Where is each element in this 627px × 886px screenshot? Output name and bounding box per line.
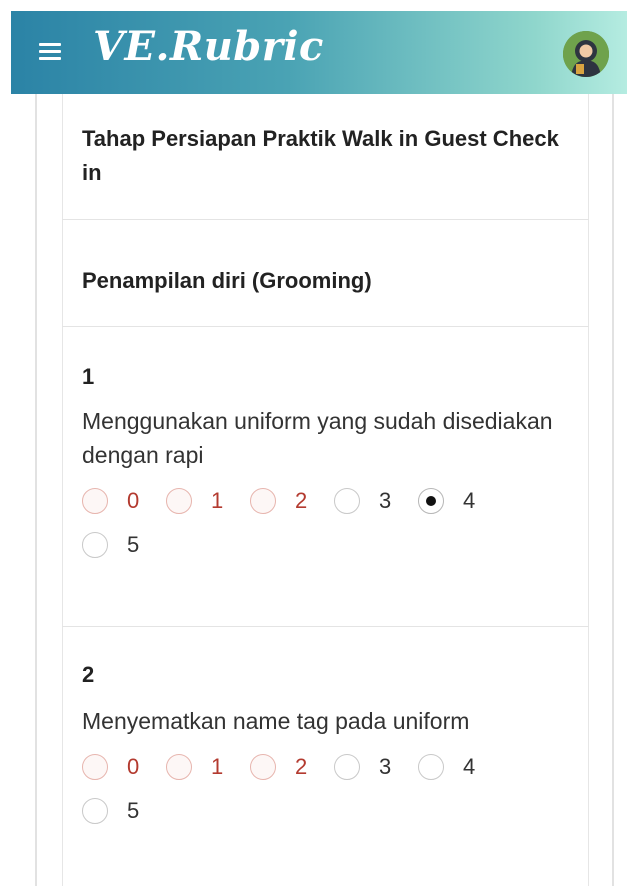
radio-label: 1 bbox=[211, 754, 224, 779]
score-option-4[interactable]: 4 bbox=[418, 486, 475, 516]
radio-button[interactable] bbox=[82, 798, 108, 824]
score-option-1[interactable]: 1 bbox=[166, 752, 223, 782]
radio-label: 0 bbox=[127, 488, 140, 513]
user-avatar[interactable] bbox=[563, 31, 609, 77]
avatar-icon bbox=[563, 31, 609, 77]
stage-title: Tahap Persiapan Praktik Walk in Guest Ch… bbox=[82, 126, 559, 185]
radio-button[interactable] bbox=[82, 754, 108, 780]
radio-label: 3 bbox=[379, 488, 392, 513]
score-option-4[interactable]: 4 bbox=[418, 752, 475, 782]
question-text: Menyematkan name tag pada uniform bbox=[82, 708, 470, 734]
radio-label: 4 bbox=[463, 754, 476, 779]
radio-label: 2 bbox=[295, 488, 308, 513]
score-option-2[interactable]: 2 bbox=[250, 486, 307, 516]
radio-button[interactable] bbox=[418, 754, 444, 780]
score-option-5[interactable]: 5 bbox=[82, 796, 139, 826]
radio-label: 2 bbox=[295, 754, 308, 779]
divider bbox=[62, 626, 589, 627]
radio-label: 3 bbox=[379, 754, 392, 779]
score-option-0[interactable]: 0 bbox=[82, 752, 139, 782]
radio-label: 1 bbox=[211, 488, 224, 513]
radio-label: 5 bbox=[127, 798, 140, 823]
score-option-3[interactable]: 3 bbox=[334, 486, 391, 516]
radio-button[interactable] bbox=[418, 488, 444, 514]
divider bbox=[62, 219, 589, 220]
divider bbox=[62, 326, 589, 327]
radio-button[interactable] bbox=[250, 754, 276, 780]
radio-button[interactable] bbox=[166, 754, 192, 780]
score-option-2[interactable]: 2 bbox=[250, 752, 307, 782]
radio-button[interactable] bbox=[334, 754, 360, 780]
radio-label: 0 bbox=[127, 754, 140, 779]
question-number: 1 bbox=[82, 364, 95, 389]
app-header: VE.Rubric bbox=[11, 11, 627, 94]
radio-button[interactable] bbox=[82, 532, 108, 558]
question-text: Menggunakan uniform yang sudah disediaka… bbox=[82, 408, 553, 468]
group-title: Penampilan diri (Grooming) bbox=[82, 268, 372, 293]
radio-button[interactable] bbox=[166, 488, 192, 514]
rubric-card bbox=[62, 94, 589, 886]
radio-button[interactable] bbox=[82, 488, 108, 514]
app-title: VE.Rubric bbox=[93, 23, 324, 70]
score-option-1[interactable]: 1 bbox=[166, 486, 223, 516]
radio-button[interactable] bbox=[334, 488, 360, 514]
radio-label: 5 bbox=[127, 532, 140, 557]
radio-button[interactable] bbox=[250, 488, 276, 514]
hamburger-menu-icon[interactable] bbox=[39, 43, 61, 61]
score-option-3[interactable]: 3 bbox=[334, 752, 391, 782]
radio-label: 4 bbox=[463, 488, 476, 513]
question-number: 2 bbox=[82, 662, 95, 687]
score-option-0[interactable]: 0 bbox=[82, 486, 139, 516]
score-option-5[interactable]: 5 bbox=[82, 530, 139, 560]
